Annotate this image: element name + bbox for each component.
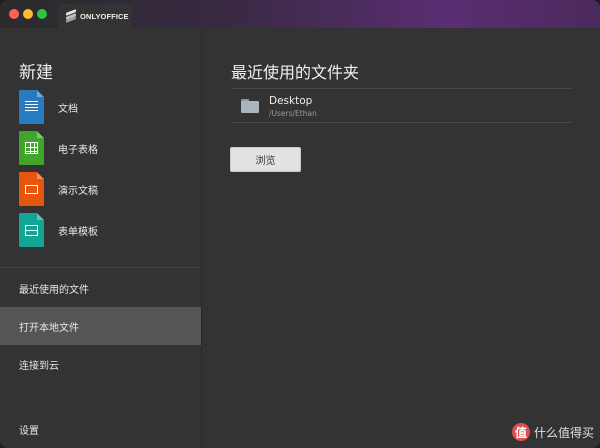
new-presentation-button[interactable]: 演示文稿 — [19, 172, 189, 206]
watermark: 值 什么值得买 — [511, 423, 594, 441]
folder-icon — [241, 99, 259, 113]
document-icon — [19, 90, 44, 124]
nav-connect-cloud[interactable]: 连接到云 — [0, 345, 201, 383]
watermark-badge: 值 — [511, 423, 530, 441]
new-section-title: 新建 — [19, 63, 53, 83]
sidebar-divider — [0, 267, 201, 268]
nav-settings[interactable]: 设置 — [0, 410, 201, 448]
title-bar: ONLYOFFICE — [0, 0, 600, 28]
new-presentation-label: 演示文稿 — [58, 185, 98, 197]
recent-folder-item[interactable]: Desktop /Users/Ethan — [231, 88, 572, 123]
nav-recent-files[interactable]: 最近使用的文件 — [0, 269, 201, 307]
zoom-window-button[interactable] — [37, 9, 47, 19]
onlyoffice-logo-icon — [66, 9, 76, 23]
main-panel: 最近使用的文件夹 Desktop /Users/Ethan 浏览 — [203, 28, 600, 448]
sidebar: 新建 文档 电子表格 演示文稿 表单模板 最近使用的文件 打开本地文件 连接到云… — [0, 28, 202, 448]
spreadsheet-icon — [19, 131, 44, 165]
new-document-label: 文档 — [58, 103, 78, 115]
app-name: ONLYOFFICE — [80, 11, 129, 21]
folder-name: Desktop — [269, 95, 313, 107]
new-form-template-button[interactable]: 表单模板 — [19, 213, 189, 247]
app-tab[interactable]: ONLYOFFICE — [58, 4, 132, 28]
new-spreadsheet-button[interactable]: 电子表格 — [19, 131, 189, 165]
new-form-template-label: 表单模板 — [58, 226, 98, 238]
watermark-text: 什么值得买 — [533, 425, 594, 440]
page-title: 最近使用的文件夹 — [231, 63, 360, 82]
browse-button[interactable]: 浏览 — [230, 147, 301, 172]
new-document-button[interactable]: 文档 — [19, 90, 189, 124]
nav-open-local-file[interactable]: 打开本地文件 — [0, 307, 201, 345]
new-spreadsheet-label: 电子表格 — [58, 144, 98, 156]
presentation-icon — [19, 172, 44, 206]
close-window-button[interactable] — [9, 9, 19, 19]
folder-path: /Users/Ethan — [269, 109, 317, 118]
form-template-icon — [19, 213, 44, 247]
minimize-window-button[interactable] — [23, 9, 33, 19]
app-window: ONLYOFFICE 新建 文档 电子表格 演示文稿 表单模板 最近使用的文件 … — [0, 0, 600, 448]
